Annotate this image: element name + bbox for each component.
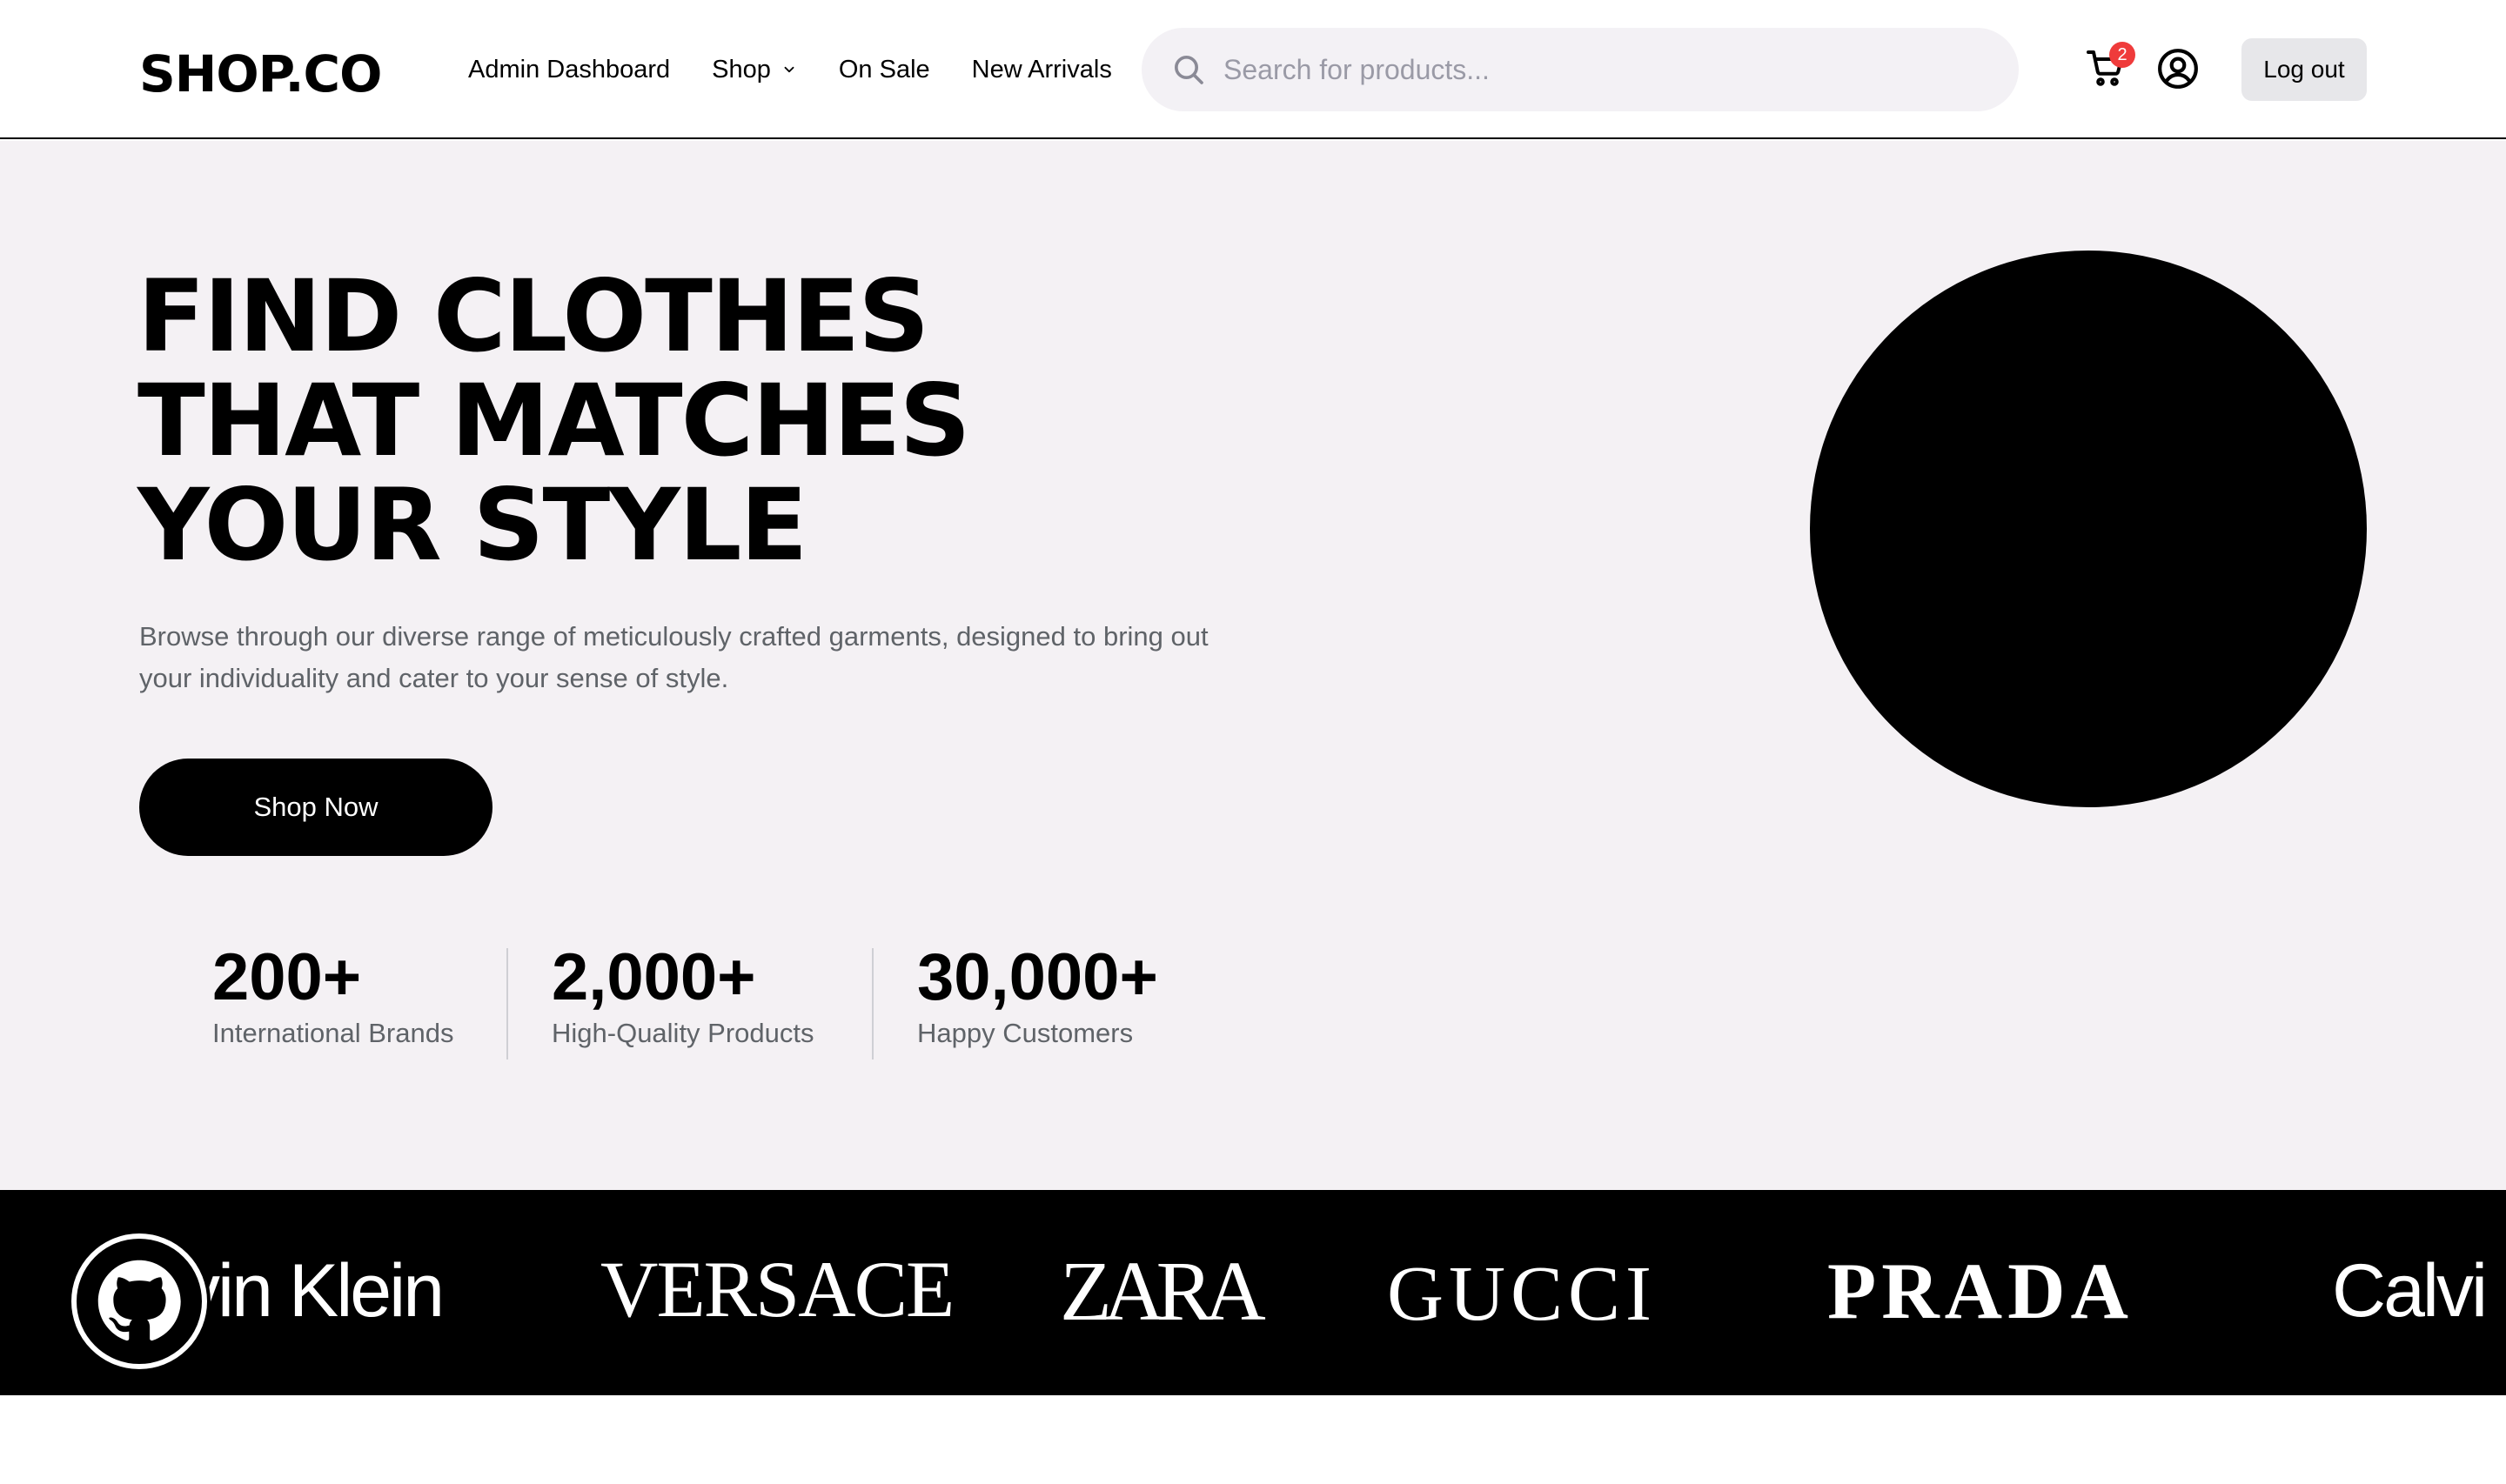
hero-title-line: FIND CLOTHES (137, 258, 929, 374)
nav-admin-dashboard[interactable]: Admin Dashboard (468, 56, 670, 84)
hero-title-line: THAT MATCHES (137, 363, 971, 478)
site-header: SHOP.CO Admin Dashboard Shop On Sale New… (0, 0, 2506, 139)
main-nav: Admin Dashboard Shop On Sale New Arrival… (468, 49, 1112, 90)
stat-label: International Brands (212, 1018, 454, 1048)
stat-divider (872, 948, 874, 1060)
hero-image-placeholder (1810, 251, 2367, 807)
stat-label: Happy Customers (917, 1018, 1134, 1048)
nav-on-sale-label: On Sale (838, 55, 930, 84)
brand-logo-zara: ZARA (1060, 1245, 1266, 1339)
stat-divider (506, 948, 508, 1060)
shop-now-button[interactable]: Shop Now (139, 759, 492, 856)
user-circle-icon (2158, 49, 2198, 89)
stat-products: 2,000+ High-Quality Products (552, 939, 814, 1051)
hero-title-line: YOUR STYLE (137, 467, 807, 583)
stat-customers: 30,000+ Happy Customers (917, 939, 1158, 1051)
search-input[interactable] (1222, 52, 1991, 87)
account-button[interactable] (2156, 47, 2200, 90)
brand-logo-prada: PRADA (1827, 1247, 2134, 1335)
search-bar (1142, 28, 2019, 111)
brand-strip: vin Klein VERSACE ZARA GUCCI PRADA Calvi (0, 1190, 2506, 1395)
stat-brands: 200+ International Brands (212, 939, 453, 1051)
github-link-button[interactable] (71, 1233, 207, 1369)
brand-logo-calvin-klein: vin Klein (183, 1249, 445, 1333)
site-logo[interactable]: SHOP.CO (139, 43, 382, 104)
stat-value: 200+ (212, 940, 362, 1014)
hero-title: FIND CLOTHES THAT MATCHES YOUR STYLE (137, 264, 1269, 578)
cart-button[interactable]: 2 (2085, 42, 2135, 89)
hero-section: FIND CLOTHES THAT MATCHES YOUR STYLE Bro… (0, 141, 2506, 1190)
nav-shop-dropdown[interactable]: Shop (712, 56, 797, 84)
brand-logo-calvin-klein: Calvi (2332, 1249, 2488, 1333)
search-icon (1175, 56, 1203, 84)
logout-button[interactable]: Log out (2241, 38, 2367, 101)
stat-value: 2,000+ (552, 940, 756, 1014)
nav-on-sale[interactable]: On Sale (839, 56, 930, 84)
nav-new-arrivals[interactable]: New Arrivals (972, 56, 1112, 84)
nav-shop-label: Shop (712, 55, 771, 84)
nav-new-arrivals-label: New Arrivals (971, 55, 1112, 84)
cart-count-badge: 2 (2109, 42, 2135, 68)
stat-value: 30,000+ (917, 940, 1158, 1014)
stat-label: High-Quality Products (552, 1018, 814, 1048)
chevron-down-icon (784, 66, 794, 73)
nav-admin-dashboard-label: Admin Dashboard (468, 55, 671, 84)
brand-logo-gucci: GUCCI (1387, 1251, 1658, 1337)
brand-logo-versace: VERSACE (600, 1245, 955, 1334)
hero-subtitle: Browse through our diverse range of meti… (139, 621, 1209, 693)
github-icon (97, 1260, 181, 1341)
